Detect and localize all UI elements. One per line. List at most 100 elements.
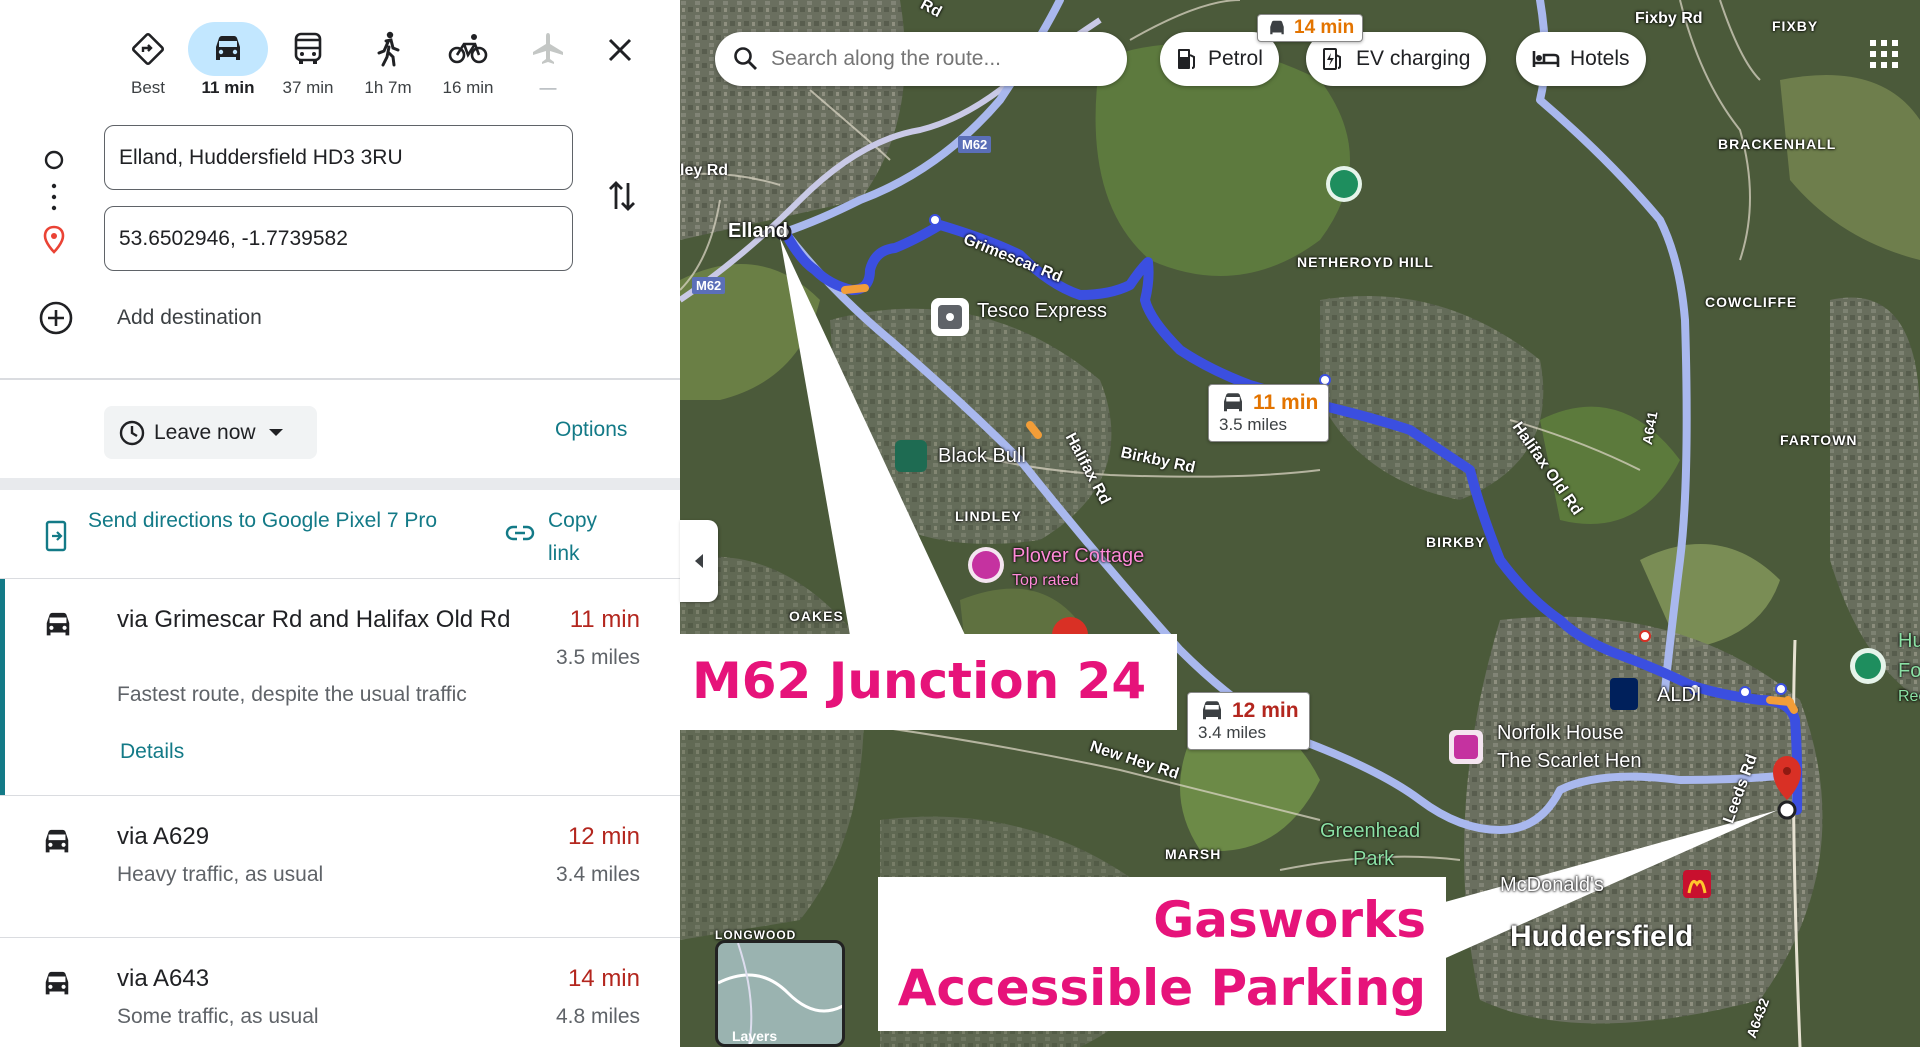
area-label: COWCLIFFE bbox=[1705, 294, 1798, 310]
area-label: LINDLEY bbox=[955, 508, 1022, 524]
place-label-park: Park bbox=[1353, 848, 1395, 870]
mode-label: 11 min bbox=[201, 78, 255, 97]
chip-hotels[interactable]: Hotels bbox=[1516, 32, 1646, 86]
swap-arrows-icon bbox=[609, 181, 635, 211]
place-sub-label: Top rated bbox=[1012, 572, 1079, 589]
place-label-partial: Fo bbox=[1898, 660, 1920, 682]
place-label-mcdonalds[interactable]: McDonald's bbox=[1500, 874, 1604, 897]
callout-distance: 3.4 miles bbox=[1198, 723, 1267, 742]
route-description: Heavy traffic, as usual bbox=[117, 863, 324, 886]
options-link[interactable]: Options bbox=[555, 418, 627, 442]
search-along-route[interactable] bbox=[715, 32, 1127, 86]
leave-now-dropdown[interactable]: Leave now bbox=[104, 406, 317, 459]
destination-pin-icon bbox=[42, 225, 66, 260]
close-directions-button[interactable] bbox=[600, 30, 640, 70]
place-label-aldi[interactable]: ALDI bbox=[1657, 684, 1701, 707]
area-label: FARTOWN bbox=[1780, 432, 1858, 448]
send-directions-row: Send directions to Google Pixel 7 Pro Co… bbox=[0, 490, 680, 578]
chevron-down-icon bbox=[268, 428, 283, 436]
callout-time: 14 min bbox=[1294, 17, 1355, 38]
route-option-3[interactable]: via A643 14 min 4.8 miles Some traffic, … bbox=[0, 938, 680, 1047]
collapse-panel-button[interactable] bbox=[680, 520, 718, 602]
chip-label: Hotels bbox=[1570, 47, 1630, 70]
place-label-black-bull[interactable]: Black Bull bbox=[938, 445, 1026, 468]
divider bbox=[0, 378, 680, 380]
mode-label: Best bbox=[130, 78, 166, 97]
place-label-partial: Rec bbox=[1898, 688, 1920, 705]
route-option-1[interactable]: via Grimescar Rd and Halifax Old Rd 11 m… bbox=[0, 579, 680, 795]
directions-panel: Best 11 min 37 min 1h 7m 16 min — Elland… bbox=[0, 0, 680, 1047]
mode-walk[interactable]: 1h 7m bbox=[348, 22, 428, 102]
layers-button[interactable]: Layers bbox=[715, 940, 845, 1047]
car-icon bbox=[45, 829, 69, 853]
fuel-pump-icon bbox=[1178, 49, 1195, 69]
mode-cycle[interactable]: 16 min bbox=[428, 22, 508, 102]
place-label-scarlet-hen[interactable]: The Scarlet Hen bbox=[1497, 750, 1642, 773]
chip-label: EV charging bbox=[1356, 47, 1471, 70]
mode-label: 1h 7m bbox=[364, 78, 412, 97]
destination-input[interactable] bbox=[104, 206, 573, 271]
car-icon bbox=[188, 22, 268, 76]
mode-transit[interactable]: 37 min bbox=[268, 22, 348, 102]
send-directions-link[interactable]: Send directions to Google Pixel 7 Pro bbox=[88, 504, 468, 537]
route-time: 14 min bbox=[567, 965, 640, 992]
place-label-partial[interactable]: Hu bbox=[1898, 630, 1920, 653]
bus-icon bbox=[268, 22, 348, 76]
chevron-left-icon bbox=[695, 554, 703, 568]
route-time: 12 min bbox=[567, 823, 640, 850]
annotation-text: Accessible Parking bbox=[897, 959, 1426, 1017]
area-label: FIXBY bbox=[1772, 18, 1819, 34]
section-divider bbox=[0, 478, 680, 490]
bicycle-icon bbox=[428, 22, 508, 76]
origin-circle-icon bbox=[42, 148, 66, 177]
mode-label: 16 min bbox=[442, 78, 494, 97]
route-time: 11 min bbox=[569, 606, 640, 633]
origin-input[interactable] bbox=[104, 125, 573, 190]
copy-link-button[interactable]: Copy link bbox=[548, 504, 618, 570]
place-label-tesco[interactable]: Tesco Express bbox=[977, 300, 1107, 323]
airplane-icon bbox=[508, 22, 588, 76]
car-icon bbox=[1224, 393, 1242, 412]
motorway-shield: M62 bbox=[692, 277, 726, 294]
search-along-route-input[interactable] bbox=[771, 47, 1101, 71]
directions-diamond-icon bbox=[108, 22, 188, 76]
callout-time: 12 min bbox=[1232, 699, 1299, 722]
route-callout-3[interactable]: 14 min bbox=[1257, 14, 1364, 42]
mode-drive[interactable]: 11 min bbox=[188, 22, 268, 102]
route-description: Some traffic, as usual bbox=[117, 1005, 319, 1028]
route-callout-2[interactable]: 12 min 3.4 miles bbox=[1187, 692, 1310, 750]
mode-label: — bbox=[539, 78, 557, 97]
motorway-shield: M62 bbox=[958, 136, 992, 153]
bed-icon bbox=[1532, 51, 1560, 67]
place-label-plover-cottage[interactable]: Plover Cottage bbox=[1012, 545, 1144, 568]
add-destination-button[interactable]: Add destination bbox=[38, 300, 262, 336]
apps-grid-icon[interactable] bbox=[1866, 36, 1902, 72]
place-label-elland[interactable]: Elland bbox=[728, 220, 788, 243]
chip-label: Petrol bbox=[1208, 47, 1263, 70]
send-to-phone-icon bbox=[45, 520, 67, 552]
map-canvas[interactable]: Petrol EV charging Hotels 14 min 11 min … bbox=[680, 0, 1920, 1047]
place-label-huddersfield[interactable]: Huddersfield bbox=[1510, 920, 1693, 954]
route-dots-icon bbox=[42, 182, 66, 217]
car-icon bbox=[45, 971, 69, 995]
car-icon bbox=[1270, 20, 1284, 35]
route-option-2[interactable]: via A629 12 min 3.4 miles Heavy traffic,… bbox=[0, 796, 680, 937]
add-circle-icon bbox=[39, 301, 73, 335]
route-callout-1[interactable]: 11 min 3.5 miles bbox=[1208, 384, 1330, 442]
ev-charging-icon bbox=[1323, 48, 1341, 70]
mode-best[interactable]: Best bbox=[108, 22, 188, 102]
mode-flight[interactable]: — bbox=[508, 22, 588, 102]
place-label-greenhead[interactable]: Greenhead bbox=[1320, 820, 1420, 843]
car-icon bbox=[46, 612, 70, 636]
car-icon bbox=[1203, 701, 1221, 720]
area-label: MARSH bbox=[1165, 846, 1222, 862]
route-details-link[interactable]: Details bbox=[120, 740, 184, 764]
place-label-norfolk-house[interactable]: Norfolk House bbox=[1497, 722, 1624, 745]
route-name: via A629 bbox=[117, 823, 210, 850]
route-name: via A643 bbox=[117, 965, 210, 992]
mode-label: 37 min bbox=[282, 78, 334, 97]
add-destination-label: Add destination bbox=[117, 306, 262, 329]
road-label: ley Rd bbox=[680, 162, 729, 179]
clock-icon bbox=[119, 420, 145, 445]
swap-origin-destination-button[interactable] bbox=[602, 176, 642, 216]
